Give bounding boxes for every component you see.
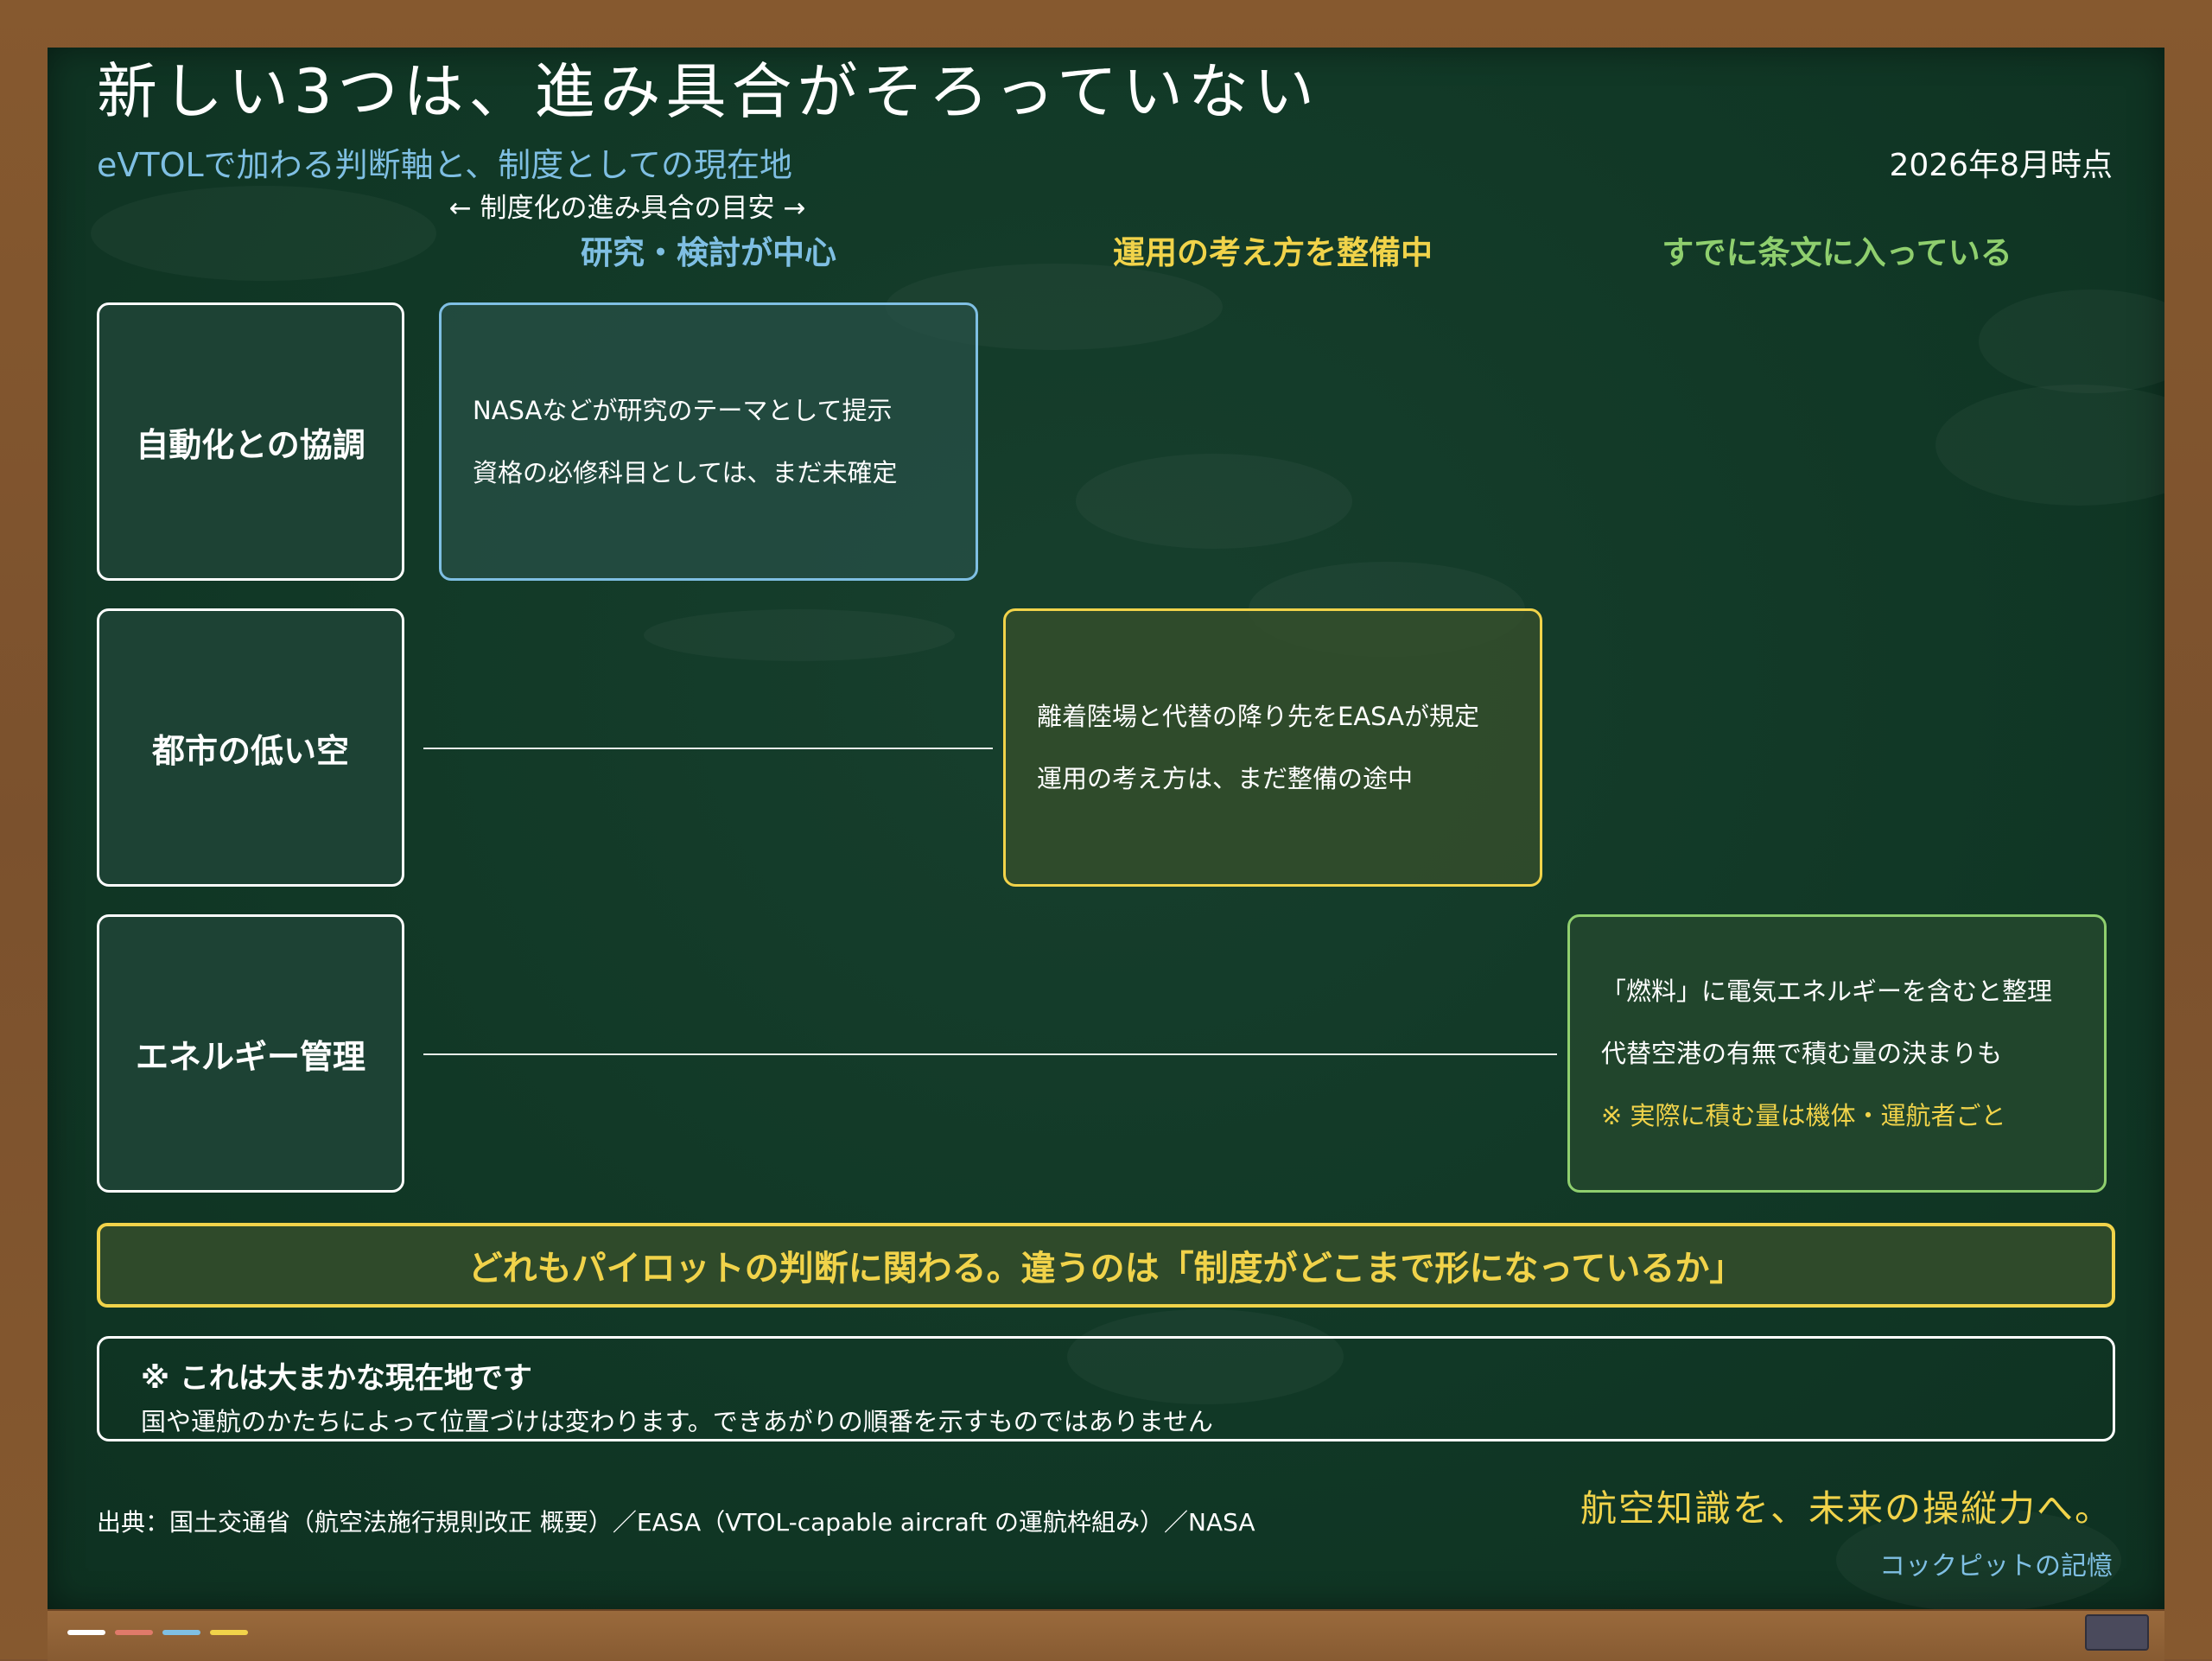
white-chalk	[67, 1630, 105, 1635]
source-citation: 出典：国土交通省（航空法施行規則改正 概要）／EASA（VTOL-capable…	[97, 1508, 1255, 1537]
chalk-smudge	[644, 609, 955, 661]
note-line: 離着陸場と代替の降り先をEASAが規定	[1037, 702, 1479, 731]
chalk-tray	[48, 1609, 2164, 1661]
status-note-automation: NASAなどが研究のテーマとして提示 資格の必修科目としては、まだ未確定	[439, 302, 978, 581]
caveat-body: 国や運航のかたちによって位置づけは変わります。できあがりの順番を示すものではあり…	[141, 1407, 1213, 1436]
note-line: NASAなどが研究のテーマとして提示	[473, 396, 893, 425]
column-header-codified: すでに条文に入っている	[1662, 234, 2012, 271]
note-line: 運用の考え方は、まだ整備の途中	[1037, 764, 1414, 793]
chalk-smudge	[1076, 454, 1352, 549]
chalk-smudge	[1936, 385, 2164, 506]
chalk-smudge	[91, 186, 436, 281]
connector-line-urban-airspace	[423, 748, 993, 749]
key-message-banner: どれもパイロットの判断に関わる。違うのは「制度がどこまで形になっているか」	[97, 1223, 2115, 1308]
as-of-date: 2026年8月時点	[1889, 148, 2113, 183]
axis-hint: ← 制度化の進み具合の目安 →	[448, 193, 806, 224]
note-caveat-line: ※ 実際に積む量は機体・運航者ごと	[1601, 1101, 2006, 1130]
note-line: 「燃料」に電気エネルギーを含むと整理	[1601, 977, 2053, 1006]
chalk-smudge	[1979, 290, 2164, 393]
connector-line-energy	[423, 1053, 1557, 1055]
page-subtitle: eVTOLで加わる判断軸と、制度としての現在地	[97, 146, 793, 184]
eraser	[2085, 1614, 2149, 1651]
note-line: 代替空港の有無で積む量の決まりも	[1601, 1039, 2003, 1068]
column-header-research: 研究・検討が中心	[581, 234, 836, 271]
row-label-urban-airspace: 都市の低い空	[97, 608, 404, 887]
caveat-box: ※ これは大まかな現在地です 国や運航のかたちによって位置づけは変わります。でき…	[97, 1336, 2115, 1441]
blue-chalk	[162, 1630, 200, 1635]
status-note-urban-airspace: 離着陸場と代替の降り先をEASAが規定 運用の考え方は、まだ整備の途中	[1003, 608, 1542, 887]
caveat-title: ※ これは大まかな現在地です	[141, 1361, 532, 1396]
column-header-developing: 運用の考え方を整備中	[1113, 234, 1433, 271]
status-note-energy: 「燃料」に電気エネルギーを含むと整理 代替空港の有無で積む量の決まりも ※ 実際…	[1567, 914, 2107, 1193]
yellow-chalk	[210, 1630, 248, 1635]
row-label-automation: 自動化との協調	[97, 302, 404, 581]
slogan: 航空知識を、未来の操縦力へ。	[1580, 1487, 2113, 1530]
page-title: 新しい3つは、進み具合がそろっていない	[97, 56, 1320, 127]
red-chalk	[115, 1630, 153, 1635]
row-label-energy: エネルギー管理	[97, 914, 404, 1193]
brand-name: コックピットの記憶	[1879, 1551, 2113, 1581]
note-line: 資格の必修科目としては、まだ未確定	[473, 458, 898, 487]
